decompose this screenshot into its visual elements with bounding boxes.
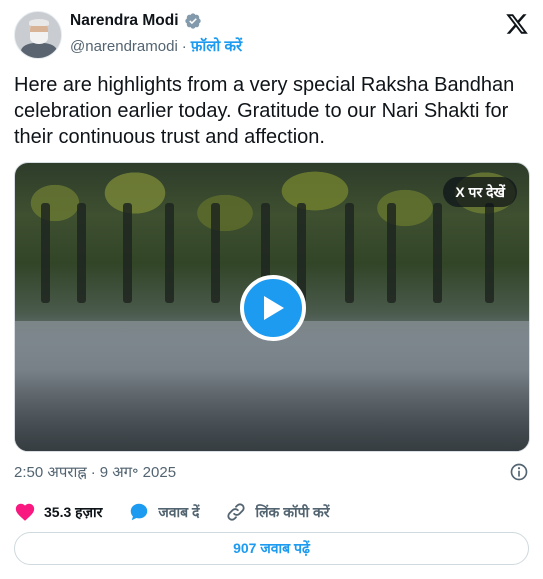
tree-trunk [77,203,86,303]
author-handle[interactable]: @narendramodi [70,38,178,55]
tweet-actions: 35.3 हज़ार जवाब दें लिंक कॉपी करें [14,498,356,526]
reply-bubble-icon [131,503,148,521]
separator: · [181,37,187,55]
avatar-hair [29,19,49,26]
tree-trunk [211,203,220,303]
play-icon [264,296,284,320]
avatar-body [21,43,57,58]
info-icon[interactable] [509,462,529,482]
video-thumbnail[interactable]: X पर देखें [14,162,530,452]
tree-trunk [387,203,396,303]
x-logo-icon[interactable] [505,12,529,36]
avatar[interactable] [14,11,62,59]
follow-button[interactable]: फ़ॉलो करें [191,36,242,56]
tree-trunk [41,203,50,303]
link-icon [227,503,246,521]
heart-icon [15,503,35,521]
tree-trunk [123,203,132,303]
reply-button[interactable]: जवाब दें [128,501,199,523]
separator: · [90,463,96,481]
like-count: 35.3 हज़ार [44,503,103,520]
avatar-beard [30,32,48,44]
author-name-row: Narendra Modi [70,12,202,30]
tweet-text: Here are highlights from a very special … [14,74,515,148]
reply-label: जवाब दें [158,503,200,520]
play-button[interactable] [240,275,306,341]
tweet-date: 9 अग॰ 2025 [99,464,177,481]
tweet-card: Narendra Modi @narendramodi · फ़ॉलो करें… [0,0,543,579]
tweet-meta: 2:50 अपराह्न · 9 अग॰ 2025 [14,462,529,482]
like-button[interactable]: 35.3 हज़ार [14,501,102,523]
watch-on-x-button[interactable]: X पर देखें [443,177,517,207]
tweet-time: 2:50 अपराह्न [14,464,87,481]
tree-trunk [165,203,174,303]
author-handle-row: @narendramodi · फ़ॉलो करें [70,36,242,56]
timestamp[interactable]: 2:50 अपराह्न · 9 अग॰ 2025 [14,462,176,482]
tree-trunk [345,203,354,303]
copy-link-button[interactable]: लिंक कॉपी करें [225,501,330,523]
read-replies-button[interactable]: 907 जवाब पढ़ें [14,532,529,565]
tree-trunk [485,203,494,303]
tree-trunk [433,203,442,303]
author-name[interactable]: Narendra Modi [70,12,179,30]
verified-badge-icon [184,13,201,29]
copy-link-label: लिंक कॉपी करें [255,503,330,520]
